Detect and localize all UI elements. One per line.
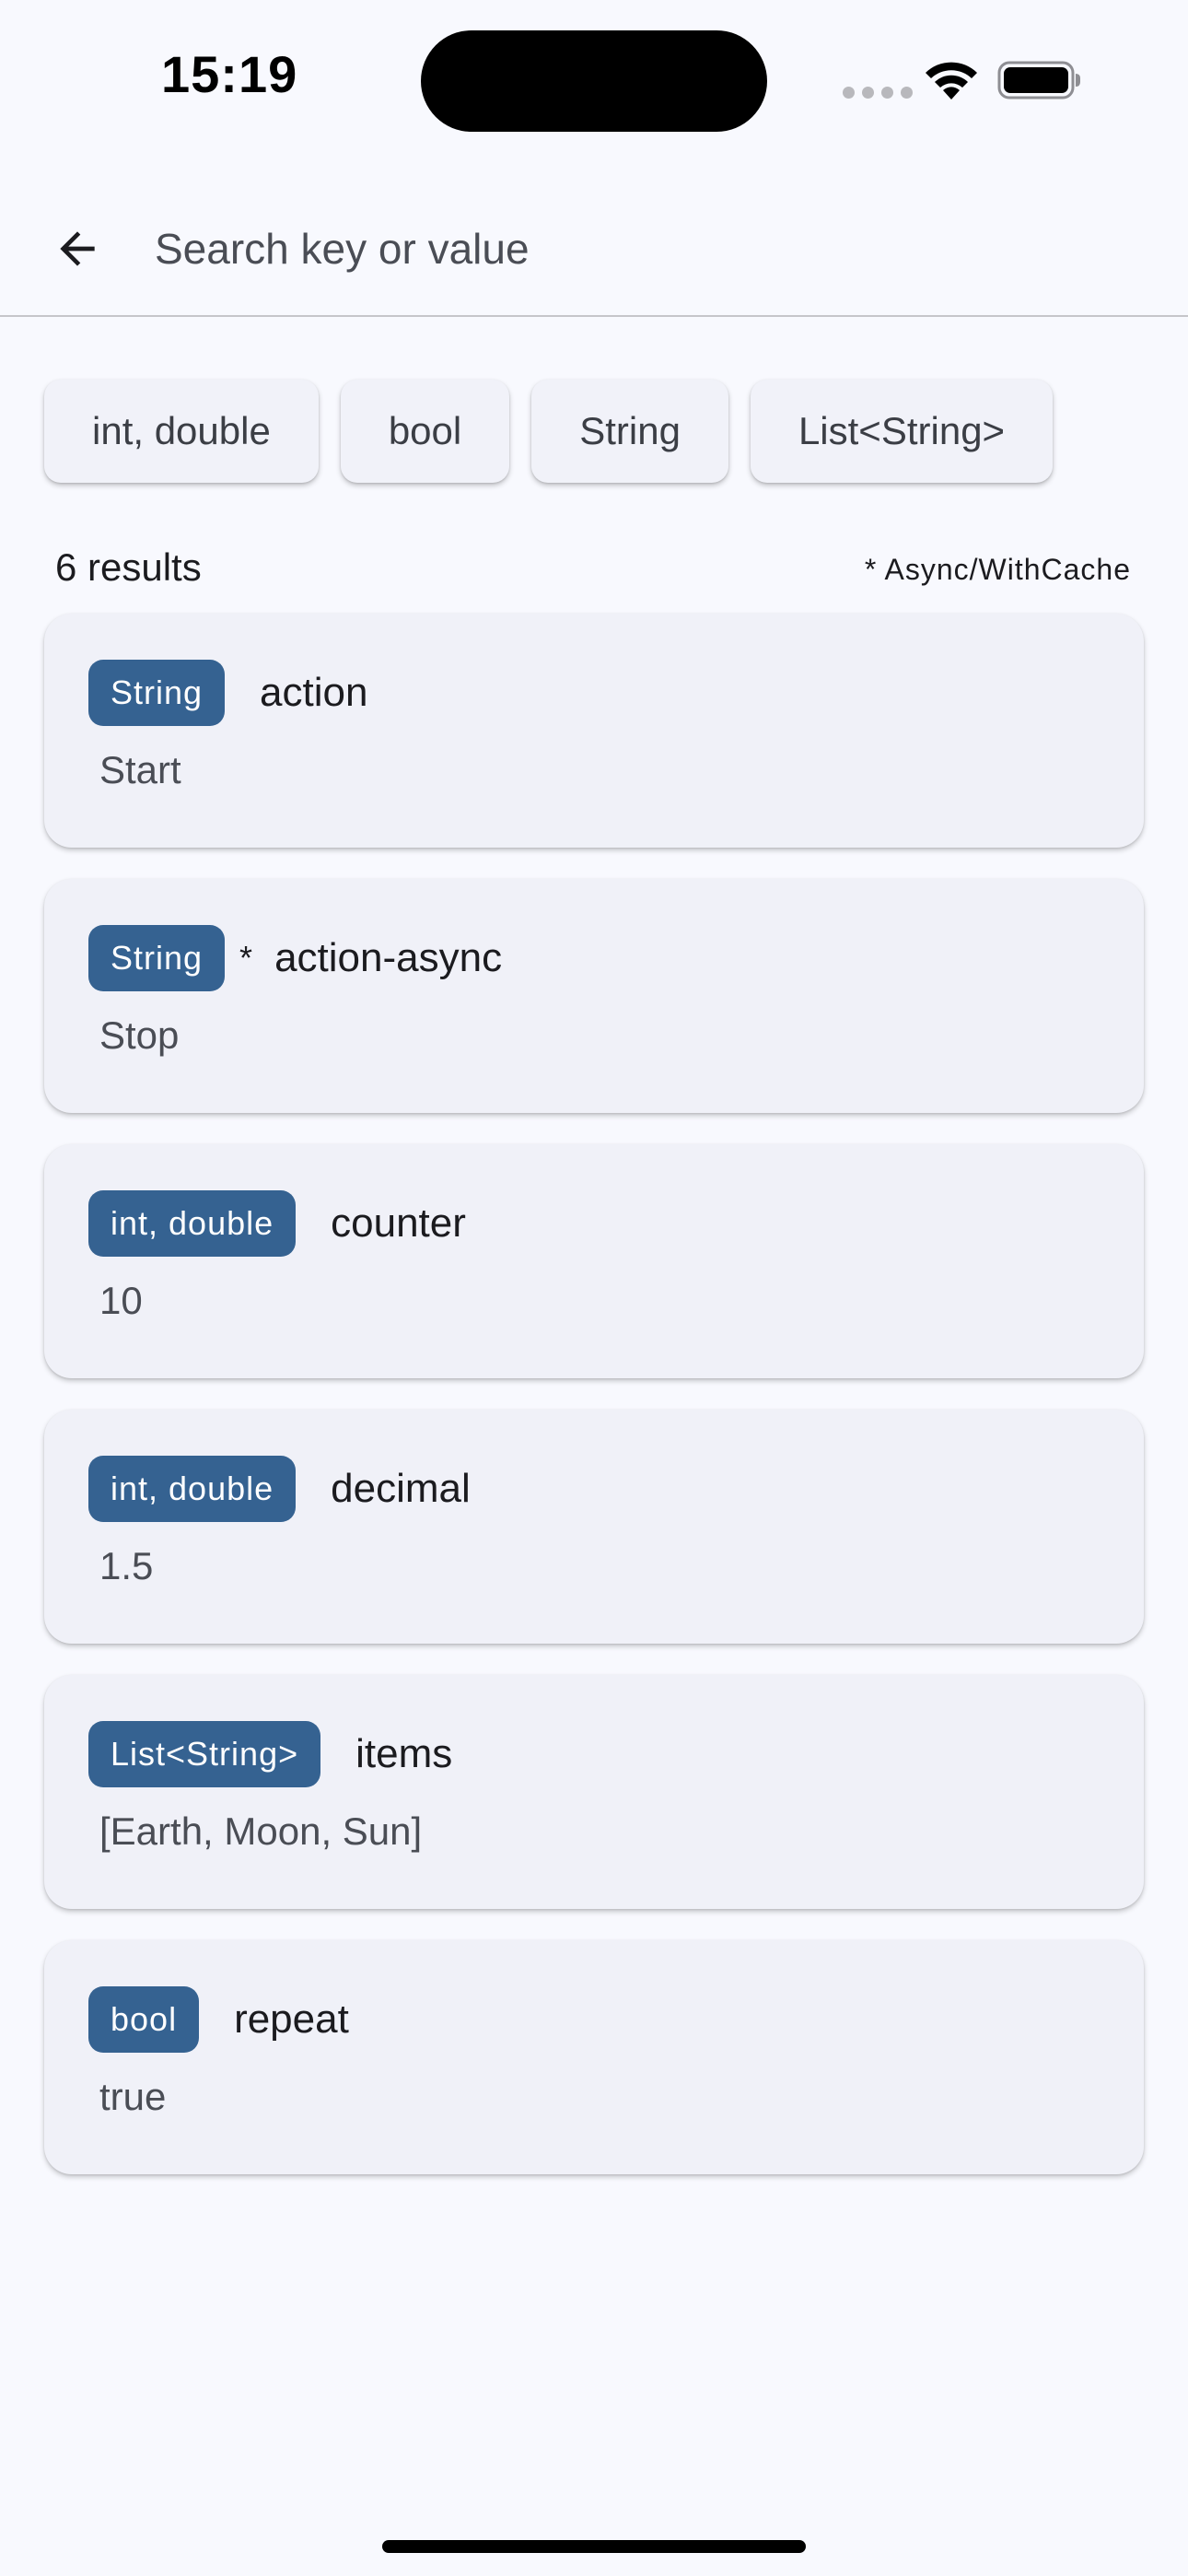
result-key: repeat	[234, 1996, 349, 2042]
result-key: items	[355, 1731, 453, 1776]
result-key: counter	[331, 1200, 466, 1246]
result-key: action	[260, 670, 368, 715]
result-card-header: bool repeat	[88, 1986, 349, 2053]
cellular-signal-icon	[843, 87, 913, 99]
result-key: decimal	[331, 1466, 471, 1511]
home-indicator[interactable]	[382, 2540, 806, 2553]
result-value: [Earth, Moon, Sun]	[99, 1809, 423, 1853]
type-badge: List<String>	[88, 1721, 321, 1787]
search-input[interactable]	[155, 212, 1131, 286]
result-card[interactable]: String action Start	[44, 614, 1144, 848]
results-list: String action Start String * action-asyn…	[44, 614, 1144, 2174]
arrow-back-icon	[60, 231, 95, 266]
result-value: 1.5	[99, 1544, 154, 1587]
filter-chip-list-string[interactable]: List<String>	[750, 380, 1054, 483]
result-value: Start	[99, 748, 181, 791]
dynamic-island	[421, 30, 767, 132]
filter-chip-bool[interactable]: bool	[340, 380, 510, 483]
back-button[interactable]	[37, 208, 118, 289]
async-legend: * Async/WithCache	[864, 553, 1131, 586]
type-badge: int, double	[88, 1456, 297, 1522]
result-card[interactable]: bool repeat true	[44, 1940, 1144, 2174]
result-card[interactable]: int, double decimal 1.5	[44, 1410, 1144, 1644]
filter-chip-int-double[interactable]: int, double	[44, 380, 319, 483]
wifi-icon	[926, 62, 977, 100]
result-card-header: int, double decimal	[88, 1456, 471, 1522]
async-marker: *	[239, 939, 253, 977]
result-card-header: int, double counter	[88, 1190, 466, 1257]
type-badge: String	[88, 660, 226, 726]
type-badge: int, double	[88, 1190, 297, 1257]
result-card-header: String action	[88, 660, 367, 726]
status-time: 15:19	[161, 45, 298, 103]
result-card-header: List<String> items	[88, 1721, 452, 1787]
result-card[interactable]: List<String> items [Earth, Moon, Sun]	[44, 1675, 1144, 1909]
results-count: 6 results	[55, 545, 202, 589]
status-bar: 15:19	[0, 0, 1188, 157]
type-badge: bool	[88, 1986, 200, 2053]
filter-chip-string[interactable]: String	[531, 380, 728, 483]
type-filter-chips: int, double bool String List<String>	[44, 380, 1054, 483]
search-app-bar	[0, 175, 1188, 317]
battery-icon	[997, 61, 1080, 100]
type-badge: String	[88, 925, 226, 991]
result-card[interactable]: String * action-async Stop	[44, 879, 1144, 1113]
result-value: Stop	[99, 1013, 180, 1057]
result-card[interactable]: int, double counter 10	[44, 1144, 1144, 1378]
result-value: true	[99, 2075, 167, 2118]
result-card-header: String * action-async	[88, 925, 502, 991]
result-key: action-async	[274, 935, 503, 980]
result-value: 10	[99, 1279, 143, 1322]
